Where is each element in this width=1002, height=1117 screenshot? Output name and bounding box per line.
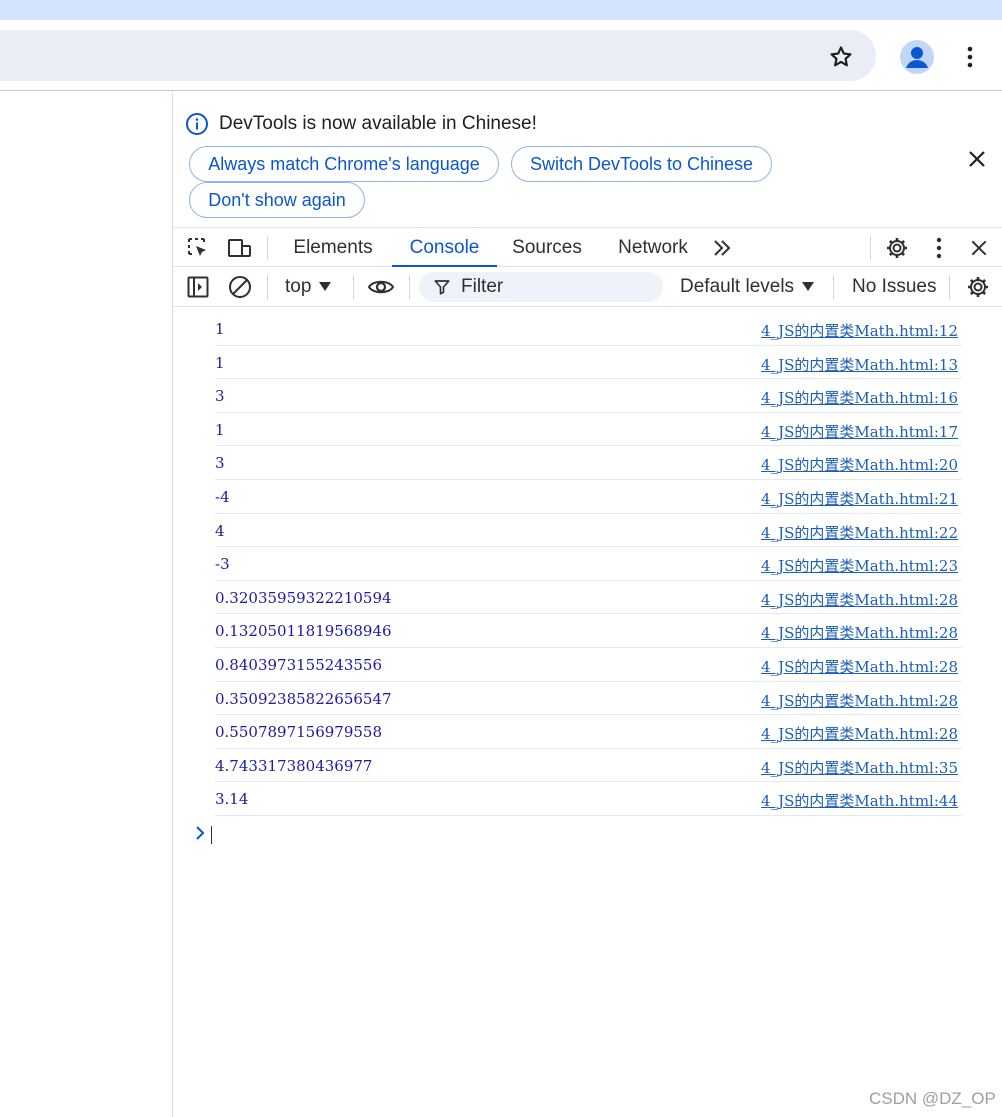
log-value: 3 bbox=[215, 387, 225, 406]
more-tabs-chevron-icon[interactable] bbox=[709, 236, 735, 260]
filter-input[interactable] bbox=[461, 276, 651, 298]
log-source-link[interactable]: 4_JS的内置类Math.html:12 bbox=[761, 320, 958, 341]
clear-console-icon[interactable] bbox=[227, 275, 253, 299]
log-value: 1 bbox=[215, 320, 225, 338]
devtools-panel: DevTools is now available in Chinese! Al… bbox=[172, 91, 1002, 1117]
log-source-link[interactable]: 4_JS的内置类Math.html:44 bbox=[761, 790, 958, 811]
console-log-row: 3 4_JS的内置类Math.html:16 bbox=[215, 379, 962, 413]
tab-sources[interactable]: Sources bbox=[501, 228, 593, 267]
context-selector-label: top bbox=[285, 276, 312, 297]
console-log-row: 3 4_JS的内置类Math.html:20 bbox=[215, 446, 962, 480]
infobar-message: DevTools is now available in Chinese! bbox=[219, 113, 537, 134]
info-icon bbox=[186, 113, 208, 135]
log-value: 0.5507897156979558 bbox=[215, 723, 383, 742]
console-log-row: 4 4_JS的内置类Math.html:22 bbox=[215, 514, 962, 548]
person-icon bbox=[906, 47, 928, 68]
issues-counter[interactable]: No Issues bbox=[852, 273, 936, 301]
devtools-tab-bar: Elements Console Sources Network bbox=[173, 227, 1002, 268]
log-source-link[interactable]: 4_JS的内置类Math.html:28 bbox=[761, 589, 958, 610]
toolbar-separator bbox=[833, 275, 834, 299]
console-input-caret[interactable] bbox=[211, 826, 212, 844]
console-log-row: 0.5507897156979558 4_JS的内置类Math.html:28 bbox=[215, 715, 962, 749]
log-levels-dropdown[interactable]: Default levels bbox=[680, 273, 815, 301]
log-value: 4.743317380436977 bbox=[215, 756, 373, 775]
log-value: 0.32035959322210594 bbox=[215, 588, 392, 607]
toolbar-separator bbox=[949, 275, 950, 299]
log-source-link[interactable]: 4_JS的内置类Math.html:23 bbox=[761, 555, 958, 576]
watermark-text: CSDN @DZ_OP bbox=[869, 1089, 996, 1108]
toolbar-separator bbox=[353, 275, 354, 299]
tab-network[interactable]: Network bbox=[603, 228, 703, 267]
tab-console[interactable]: Console bbox=[392, 228, 497, 268]
close-icon[interactable] bbox=[965, 147, 989, 171]
log-source-link[interactable]: 4_JS的内置类Math.html:13 bbox=[761, 354, 958, 375]
kebab-menu-icon bbox=[967, 46, 973, 68]
toolbar-separator bbox=[267, 236, 268, 260]
log-source-link[interactable]: 4_JS的内置类Math.html:21 bbox=[761, 488, 958, 509]
console-prompt-chevron-icon bbox=[196, 826, 205, 840]
log-value: 0.13205011819568946 bbox=[215, 622, 392, 641]
tab-strip bbox=[0, 0, 1002, 20]
console-toolbar: top Default levels No Issues bbox=[173, 267, 1002, 307]
console-log-row: 1 4_JS的内置类Math.html:17 bbox=[215, 413, 962, 447]
log-source-link[interactable]: 4_JS的内置类Math.html:16 bbox=[761, 387, 958, 408]
context-selector[interactable]: top bbox=[285, 273, 332, 301]
console-log-row: 0.8403973155243556 4_JS的内置类Math.html:28 bbox=[215, 648, 962, 682]
toolbar-separator bbox=[267, 275, 268, 299]
profile-avatar-button[interactable] bbox=[900, 40, 934, 74]
close-devtools-icon[interactable] bbox=[966, 236, 992, 260]
dropdown-arrow-icon bbox=[802, 282, 815, 291]
switch-to-chinese-button[interactable]: Switch DevTools to Chinese bbox=[511, 146, 772, 182]
console-log-row: -4 4_JS的内置类Math.html:21 bbox=[215, 480, 962, 514]
log-source-link[interactable]: 4_JS的内置类Math.html:28 bbox=[761, 656, 958, 677]
log-value: 3.14 bbox=[215, 790, 249, 809]
dropdown-arrow-icon bbox=[319, 282, 332, 291]
toolbar-separator bbox=[870, 236, 871, 260]
settings-gear-icon[interactable] bbox=[884, 236, 910, 260]
filter-funnel-icon bbox=[434, 280, 450, 295]
language-infobar: DevTools is now available in Chinese! Al… bbox=[173, 91, 1002, 227]
log-value: 4 bbox=[215, 521, 225, 540]
log-source-link[interactable]: 4_JS的内置类Math.html:20 bbox=[761, 454, 958, 475]
log-source-link[interactable]: 4_JS的内置类Math.html:28 bbox=[761, 723, 958, 744]
console-log-row: -3 4_JS的内置类Math.html:23 bbox=[215, 547, 962, 581]
console-log-row: 1 4_JS的内置类Math.html:12 bbox=[215, 312, 962, 346]
log-value: 3 bbox=[215, 454, 225, 473]
log-value: 1 bbox=[215, 353, 225, 372]
dont-show-again-button[interactable]: Don't show again bbox=[189, 182, 365, 218]
log-value: -3 bbox=[215, 555, 230, 574]
log-value: 0.35092385822656547 bbox=[215, 689, 392, 708]
console-filter[interactable] bbox=[419, 272, 663, 302]
log-value: -4 bbox=[215, 487, 230, 506]
inspect-element-icon[interactable] bbox=[185, 236, 211, 260]
log-source-link[interactable]: 4_JS的内置类Math.html:35 bbox=[761, 757, 958, 778]
device-toolbar-icon[interactable] bbox=[227, 236, 253, 260]
console-messages: 1 4_JS的内置类Math.html:12 1 4_JS的内置类Math.html… bbox=[215, 312, 962, 816]
bookmark-star-icon[interactable] bbox=[826, 42, 856, 72]
log-source-link[interactable]: 4_JS的内置类Math.html:22 bbox=[761, 522, 958, 543]
console-log-row: 0.32035959322210594 4_JS的内置类Math.html:28 bbox=[215, 581, 962, 615]
log-source-link[interactable]: 4_JS的内置类Math.html:17 bbox=[761, 421, 958, 442]
browser-toolbar bbox=[0, 20, 1002, 90]
log-source-link[interactable]: 4_JS的内置类Math.html:28 bbox=[761, 690, 958, 711]
devtools-menu-kebab-icon[interactable] bbox=[926, 236, 952, 260]
console-log-row: 4.743317380436977 4_JS的内置类Math.html:35 bbox=[215, 749, 962, 783]
log-levels-label: Default levels bbox=[680, 276, 795, 297]
browser-menu-button[interactable] bbox=[958, 42, 982, 72]
always-match-language-button[interactable]: Always match Chrome's language bbox=[189, 146, 499, 182]
page-viewport bbox=[0, 91, 172, 1117]
console-log-row: 3.14 4_JS的内置类Math.html:44 bbox=[215, 782, 962, 816]
toolbar-separator bbox=[409, 275, 410, 299]
tab-elements[interactable]: Elements bbox=[279, 228, 387, 267]
console-log-row: 0.35092385822656547 4_JS的内置类Math.html:28 bbox=[215, 682, 962, 716]
log-value: 1 bbox=[215, 420, 225, 439]
console-settings-gear-icon[interactable] bbox=[965, 275, 991, 299]
console-log-row: 0.13205011819568946 4_JS的内置类Math.html:28 bbox=[215, 614, 962, 648]
sidebar-toggle-icon[interactable] bbox=[185, 275, 211, 299]
log-source-link[interactable]: 4_JS的内置类Math.html:28 bbox=[761, 622, 958, 643]
live-expression-eye-icon[interactable] bbox=[366, 275, 396, 299]
address-bar[interactable] bbox=[0, 30, 876, 81]
console-log-row: 1 4_JS的内置类Math.html:13 bbox=[215, 346, 962, 380]
log-value: 0.8403973155243556 bbox=[215, 655, 383, 674]
